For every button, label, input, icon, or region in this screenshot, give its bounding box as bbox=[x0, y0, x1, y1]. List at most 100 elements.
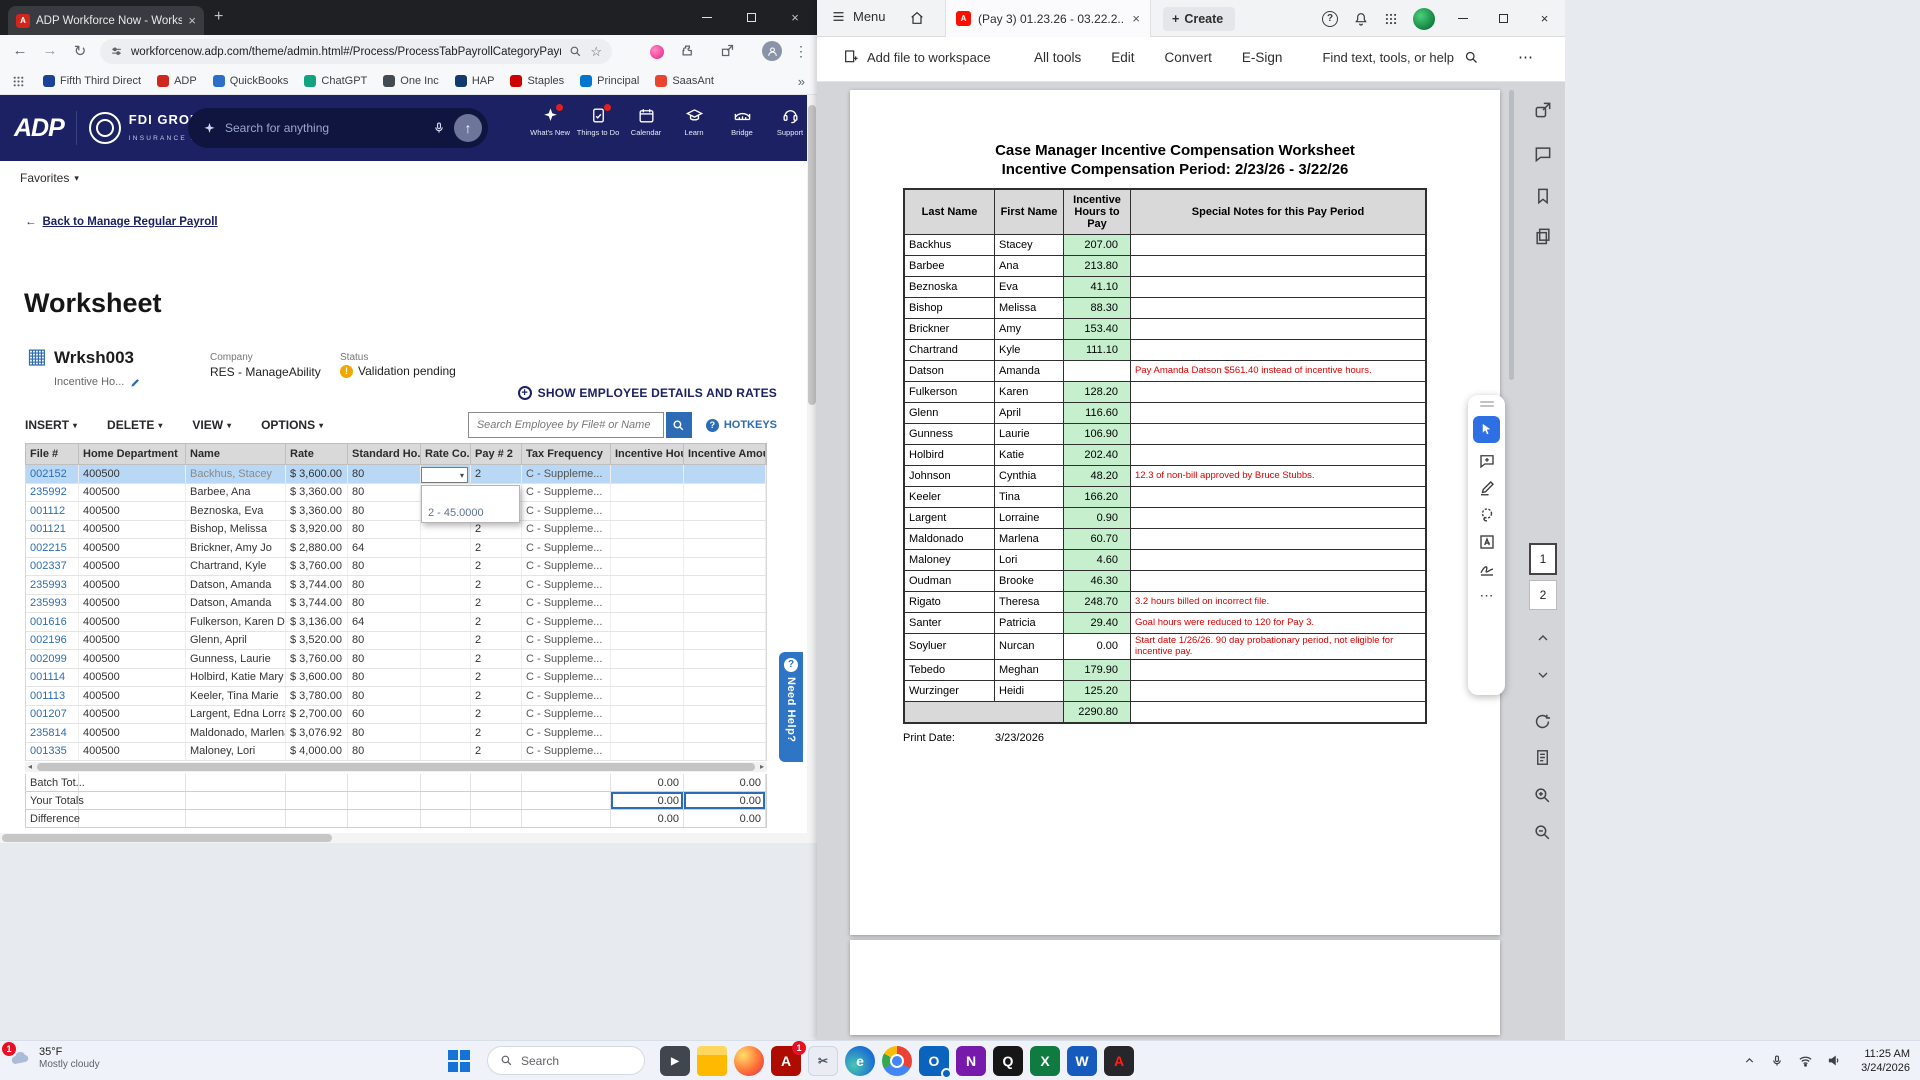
cell-tax-frequency[interactable]: C - Suppleme... bbox=[522, 668, 611, 686]
cell-incentive-amount[interactable] bbox=[684, 668, 766, 686]
total-incentive-amount[interactable]: 0.00 bbox=[684, 810, 766, 827]
cell-tax-frequency[interactable]: C - Suppleme... bbox=[522, 742, 611, 760]
table-row[interactable]: 001121 400500 Bishop, Melissa $ 3,920.00… bbox=[26, 520, 766, 539]
cell-file-number[interactable]: 002215 bbox=[26, 539, 79, 557]
cell-incentive-hours[interactable] bbox=[611, 613, 684, 631]
bookmark-item[interactable]: Staples bbox=[510, 75, 564, 87]
cell-tax-frequency[interactable]: C - Suppleme... bbox=[522, 520, 611, 538]
cell-pay-2[interactable]: 2 bbox=[471, 576, 522, 594]
weather-widget[interactable]: 1 35°F Mostly cloudy bbox=[2, 1042, 100, 1071]
app-switcher-grid-icon[interactable] bbox=[1384, 12, 1398, 26]
cell-name[interactable]: Gunness, Laurie bbox=[186, 650, 286, 668]
bookmark-item[interactable]: One Inc bbox=[383, 75, 439, 87]
bookmark-item[interactable]: SaasAnt bbox=[655, 75, 714, 87]
cell-incentive-hours[interactable] bbox=[611, 465, 684, 483]
tab-close-icon[interactable] bbox=[1132, 12, 1140, 25]
col-tax-frequency[interactable]: Tax Frequency bbox=[522, 444, 611, 464]
cell-tax-frequency[interactable]: C - Suppleme... bbox=[522, 539, 611, 557]
acrobat-menu-button[interactable]: Menu bbox=[831, 9, 886, 24]
fill-sign-tool-icon[interactable] bbox=[1478, 560, 1496, 578]
cell-incentive-amount[interactable] bbox=[684, 483, 766, 501]
cell-standard-hours[interactable]: 64 bbox=[348, 613, 421, 631]
page-1-indicator[interactable]: 1 bbox=[1529, 543, 1557, 575]
cell-rate[interactable]: $ 3,744.00 bbox=[286, 594, 348, 612]
cell-file-number[interactable]: 235993 bbox=[26, 594, 79, 612]
total-incentive-hours[interactable]: 0.00 bbox=[611, 810, 684, 827]
cell-incentive-hours[interactable] bbox=[611, 539, 684, 557]
cell-name[interactable]: Bishop, Melissa bbox=[186, 520, 286, 538]
cell-standard-hours[interactable]: 80 bbox=[348, 631, 421, 649]
profile-avatar[interactable] bbox=[762, 41, 782, 61]
cell-incentive-amount[interactable] bbox=[684, 687, 766, 705]
cell-incentive-amount[interactable] bbox=[684, 557, 766, 575]
cell-tax-frequency[interactable]: C - Suppleme... bbox=[522, 483, 611, 501]
cell-home-department[interactable]: 400500 bbox=[79, 631, 186, 649]
cell-home-department[interactable]: 400500 bbox=[79, 465, 186, 483]
cell-rate[interactable]: $ 3,780.00 bbox=[286, 687, 348, 705]
col-home-department[interactable]: Home Department bbox=[79, 444, 186, 464]
nav-calendar[interactable]: Calendar bbox=[623, 106, 669, 137]
cell-name[interactable]: Fulkerson, Karen Danz bbox=[186, 613, 286, 631]
cell-rate[interactable]: $ 3,136.00 bbox=[286, 613, 348, 631]
cell-name[interactable]: Holbird, Katie Mary bbox=[186, 668, 286, 686]
cell-rate[interactable]: $ 3,760.00 bbox=[286, 650, 348, 668]
wifi-icon[interactable] bbox=[1798, 1053, 1813, 1068]
page-horizontal-scrollbar[interactable] bbox=[0, 833, 807, 843]
cell-name[interactable]: Chartrand, Kyle bbox=[186, 557, 286, 575]
cell-name[interactable]: Datson, Amanda bbox=[186, 594, 286, 612]
cell-file-number[interactable]: 001207 bbox=[26, 705, 79, 723]
cell-home-department[interactable]: 400500 bbox=[79, 668, 186, 686]
nav-things-to-do[interactable]: Things to Do bbox=[575, 104, 621, 137]
acrobat-help-icon[interactable] bbox=[1322, 10, 1338, 27]
grid-horizontal-scrollbar[interactable] bbox=[25, 762, 767, 772]
cell-rate-code[interactable] bbox=[421, 631, 471, 649]
total-incentive-hours[interactable]: 0.00 bbox=[611, 774, 684, 791]
cell-rate-code[interactable] bbox=[421, 724, 471, 742]
cell-incentive-hours[interactable] bbox=[611, 705, 684, 723]
cell-standard-hours[interactable]: 80 bbox=[348, 502, 421, 520]
search-submit-icon[interactable] bbox=[454, 114, 482, 142]
reload-icon[interactable]: ↻ bbox=[70, 42, 90, 60]
employee-search-button[interactable] bbox=[665, 412, 692, 438]
cell-rate[interactable]: $ 3,920.00 bbox=[286, 520, 348, 538]
table-row[interactable]: 001207 400500 Largent, Edna Lorraine $ 2… bbox=[26, 705, 766, 724]
search-labs-icon[interactable] bbox=[569, 45, 582, 58]
cell-standard-hours[interactable]: 60 bbox=[348, 705, 421, 723]
cell-standard-hours[interactable]: 80 bbox=[348, 594, 421, 612]
cell-rate[interactable]: $ 3,744.00 bbox=[286, 576, 348, 594]
page-2-indicator[interactable]: 2 bbox=[1529, 580, 1557, 610]
cell-incentive-hours[interactable] bbox=[611, 483, 684, 501]
cell-incentive-amount[interactable] bbox=[684, 742, 766, 760]
cell-file-number[interactable]: 002152 bbox=[26, 465, 79, 483]
hidden-icons-chevron[interactable] bbox=[1743, 1054, 1756, 1067]
total-incentive-amount[interactable]: 0.00 bbox=[684, 774, 766, 791]
cell-incentive-hours[interactable] bbox=[611, 557, 684, 575]
cell-tax-frequency[interactable]: C - Suppleme... bbox=[522, 557, 611, 575]
cell-incentive-hours[interactable] bbox=[611, 631, 684, 649]
cell-incentive-amount[interactable] bbox=[684, 613, 766, 631]
cell-standard-hours[interactable]: 80 bbox=[348, 687, 421, 705]
total-incentive-hours[interactable]: 0.00 bbox=[611, 792, 684, 809]
cell-rate[interactable]: $ 3,600.00 bbox=[286, 668, 348, 686]
grid-menu-button[interactable]: DELETE bbox=[107, 418, 162, 432]
cell-home-department[interactable]: 400500 bbox=[79, 502, 186, 520]
more-tools-icon[interactable] bbox=[1480, 587, 1494, 604]
lasso-tool-icon[interactable] bbox=[1478, 506, 1496, 524]
page-thumbnails-icon[interactable] bbox=[1533, 226, 1553, 246]
cell-incentive-hours[interactable] bbox=[611, 576, 684, 594]
bookmark-item[interactable]: ADP bbox=[157, 75, 197, 87]
scroll-right-icon[interactable] bbox=[757, 762, 767, 772]
cell-tax-frequency[interactable]: C - Suppleme... bbox=[522, 650, 611, 668]
refresh-icon[interactable] bbox=[1533, 712, 1552, 731]
cell-file-number[interactable]: 001616 bbox=[26, 613, 79, 631]
cell-home-department[interactable]: 400500 bbox=[79, 705, 186, 723]
col-file[interactable]: File # bbox=[26, 444, 79, 464]
cell-rate-code[interactable] bbox=[421, 520, 471, 538]
cell-tax-frequency[interactable]: C - Suppleme... bbox=[522, 631, 611, 649]
cell-tax-frequency[interactable]: C - Suppleme... bbox=[522, 465, 611, 483]
table-row[interactable]: 001114 400500 Holbird, Katie Mary $ 3,60… bbox=[26, 668, 766, 687]
cell-tax-frequency[interactable]: C - Suppleme... bbox=[522, 687, 611, 705]
cell-name[interactable]: Maldonado, Marlena bbox=[186, 724, 286, 742]
cell-rate-code[interactable] bbox=[421, 687, 471, 705]
cell-pay-2[interactable]: 2 bbox=[471, 557, 522, 575]
